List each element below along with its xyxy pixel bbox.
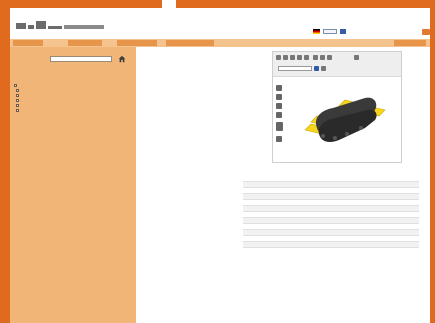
expand-icon[interactable] [14,84,17,87]
search-select[interactable] [50,56,112,62]
nav-button-right[interactable] [394,40,426,46]
viewer-tool-6-icon[interactable] [276,136,282,142]
apply-icon[interactable] [314,66,319,71]
nav-button-4[interactable] [166,40,214,46]
print-icon[interactable] [276,55,281,60]
category-tree [14,83,21,113]
main-navbar [10,39,430,47]
camera-icon[interactable] [321,66,326,71]
expand-icon[interactable] [16,94,19,97]
settings-icon[interactable] [354,55,359,60]
properties-table [243,176,419,248]
viewer-tool-3-icon[interactable] [276,103,282,109]
language-go-button[interactable] [340,29,346,34]
viewer-tool-5-icon[interactable] [276,122,283,131]
reset-view-icon[interactable] [327,55,332,60]
rotate-left-icon[interactable] [313,55,318,60]
copy-icon[interactable] [283,55,288,60]
pan-icon[interactable] [297,55,302,60]
home-icon[interactable] [118,55,126,63]
right-accent-strip [430,0,435,323]
table-row [243,242,419,248]
language-select[interactable] [323,29,337,34]
top-accent-segment-left [0,0,162,8]
viewer-tool-4-icon[interactable] [276,112,282,118]
toolbar-row-bottom [276,66,326,71]
cable-chain-model[interactable] [299,88,387,148]
site-logo[interactable] [16,17,104,29]
mode-select[interactable] [278,66,312,71]
flag-icon [313,29,320,34]
nav-button-1[interactable] [13,40,43,46]
expand-icon[interactable] [16,99,19,102]
left-sidebar [10,47,136,323]
language-switcher [310,29,346,34]
nav-button-2[interactable] [68,40,102,46]
viewer-tool-2-icon[interactable] [276,94,282,100]
cad-viewer [272,51,402,163]
expand-icon[interactable] [16,104,19,107]
fit-icon[interactable] [304,55,309,60]
viewer-toolbar [273,52,401,77]
viewer-tool-1-icon[interactable] [276,85,282,91]
expand-icon[interactable] [16,89,19,92]
nav-button-3[interactable] [117,40,157,46]
rotate-right-icon[interactable] [320,55,325,60]
toolbar-row-top [276,55,359,60]
tree-item[interactable] [14,108,21,113]
expand-icon[interactable] [16,109,19,112]
top-accent-segment-right [176,0,435,8]
top-accent-bar [0,0,435,8]
site-header [10,8,430,39]
contact-icon[interactable] [422,29,430,35]
zoom-icon[interactable] [290,55,295,60]
left-accent-strip [0,8,10,323]
